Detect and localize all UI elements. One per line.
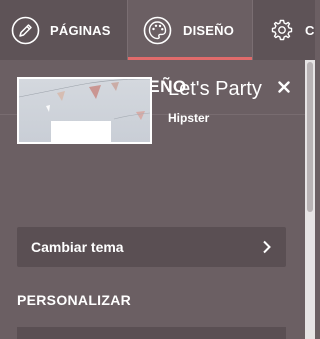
tab-design[interactable]: DISEÑO bbox=[128, 0, 252, 60]
chevron-right-icon bbox=[263, 240, 271, 254]
palette-icon bbox=[143, 16, 172, 45]
tab-pages-label: PÁGINAS bbox=[50, 22, 111, 38]
theme-thumbnail[interactable] bbox=[17, 77, 152, 144]
current-theme: Let's Party Hipster bbox=[17, 77, 262, 144]
theme-style: Hipster bbox=[168, 111, 210, 125]
top-navigation: PÁGINAS DISEÑO C bbox=[0, 0, 315, 60]
tab-settings-label: C bbox=[305, 22, 315, 38]
theme-name: Let's Party bbox=[168, 78, 262, 100]
gear-icon bbox=[270, 18, 294, 42]
close-button[interactable] bbox=[278, 77, 290, 97]
section-title-customize: PERSONALIZAR bbox=[17, 292, 132, 308]
change-theme-button[interactable]: Cambiar tema bbox=[17, 227, 286, 267]
tab-pages[interactable]: PÁGINAS bbox=[0, 0, 127, 60]
theme-info: Let's Party Hipster bbox=[168, 78, 262, 144]
panel-scrollbar[interactable] bbox=[305, 60, 315, 339]
tab-settings[interactable]: C bbox=[253, 0, 315, 60]
pencil-icon bbox=[11, 16, 40, 45]
close-icon bbox=[278, 81, 290, 93]
scrollbar-thumb[interactable] bbox=[307, 62, 313, 212]
change-theme-label: Cambiar tema bbox=[31, 239, 124, 255]
customize-option-card[interactable] bbox=[17, 327, 286, 339]
tab-design-label: DISEÑO bbox=[183, 22, 235, 38]
